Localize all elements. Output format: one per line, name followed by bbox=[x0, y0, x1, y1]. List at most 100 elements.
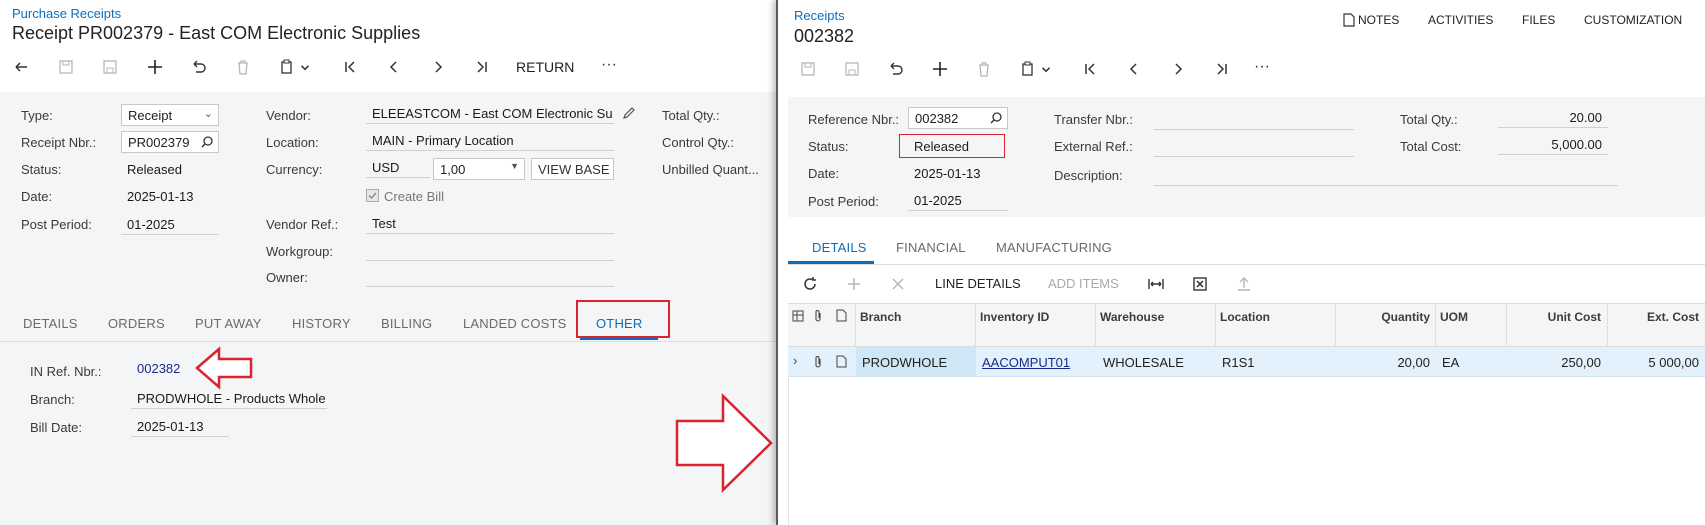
add-icon[interactable] bbox=[928, 57, 952, 81]
receipt-nbr-input[interactable]: PR002379 bbox=[121, 131, 219, 153]
in-ref-link[interactable]: 002382 bbox=[137, 361, 180, 376]
workgroup-label: Workgroup: bbox=[266, 244, 333, 259]
total-cost-label: Total Cost: bbox=[1400, 139, 1462, 154]
back-icon[interactable] bbox=[10, 55, 34, 79]
first-record-icon[interactable] bbox=[1078, 57, 1102, 81]
files-link[interactable]: FILES bbox=[1522, 13, 1555, 27]
delete-row-icon[interactable] bbox=[886, 272, 910, 296]
tab-manufacturing[interactable]: MANUFACTURING bbox=[996, 240, 1112, 255]
upload-icon[interactable] bbox=[1232, 272, 1256, 296]
add-items-button[interactable]: ADD ITEMS bbox=[1048, 276, 1119, 291]
delete-icon[interactable] bbox=[231, 55, 255, 79]
column-uom[interactable]: UOM bbox=[1440, 310, 1468, 324]
post-period-input[interactable]: 01-2025 bbox=[121, 215, 219, 235]
vendor-ref-input[interactable]: Test bbox=[366, 214, 614, 234]
grid-body bbox=[788, 378, 1705, 525]
previous-record-icon[interactable] bbox=[382, 55, 406, 79]
first-record-icon[interactable] bbox=[338, 55, 362, 79]
post-period-input[interactable]: 01-2025 bbox=[908, 191, 1008, 211]
notes-icon[interactable] bbox=[1343, 13, 1355, 30]
save-close-icon[interactable] bbox=[54, 55, 78, 79]
chevron-right-icon[interactable]: › bbox=[793, 353, 797, 368]
branch-input[interactable]: PRODWHOLE - Products Whole bbox=[131, 389, 327, 409]
cell-ext-cost[interactable]: 5 000,00 bbox=[1607, 355, 1699, 370]
status-label: Status: bbox=[808, 139, 849, 154]
export-excel-icon[interactable] bbox=[1188, 272, 1212, 296]
tab-landed-costs[interactable]: LANDED COSTS bbox=[463, 316, 567, 331]
location-input[interactable]: MAIN - Primary Location bbox=[366, 131, 614, 151]
external-ref-input[interactable] bbox=[1154, 135, 1354, 157]
ref-nbr-label: Reference Nbr.: bbox=[808, 112, 900, 127]
save-icon[interactable] bbox=[98, 55, 122, 79]
search-icon[interactable] bbox=[989, 111, 1003, 128]
last-record-icon[interactable] bbox=[1210, 57, 1234, 81]
tab-put-away[interactable]: PUT AWAY bbox=[195, 316, 262, 331]
breadcrumb[interactable]: Purchase Receipts bbox=[12, 6, 121, 21]
save-icon[interactable] bbox=[840, 57, 864, 81]
next-record-icon[interactable] bbox=[1166, 57, 1190, 81]
save-close-icon[interactable] bbox=[796, 57, 820, 81]
edit-icon[interactable] bbox=[622, 106, 636, 123]
note-icon bbox=[836, 309, 847, 325]
tab-details[interactable]: DETAILS bbox=[812, 240, 867, 255]
column-quantity[interactable]: Quantity bbox=[1335, 310, 1430, 324]
cell-quantity[interactable]: 20,00 bbox=[1335, 355, 1430, 370]
type-select[interactable]: Receipt ⌄ bbox=[121, 104, 219, 126]
workgroup-input[interactable] bbox=[366, 241, 614, 261]
cell-branch[interactable]: PRODWHOLE bbox=[862, 355, 947, 370]
column-ext-cost[interactable]: Ext. Cost bbox=[1607, 310, 1699, 324]
attachment-icon[interactable] bbox=[813, 355, 823, 372]
next-record-icon[interactable] bbox=[426, 55, 450, 79]
vendor-input[interactable]: ELEEASTCOM - East COM Electronic Su bbox=[366, 104, 614, 124]
copy-paste-icon[interactable] bbox=[1016, 57, 1040, 81]
transfer-nbr-input[interactable] bbox=[1154, 108, 1354, 130]
tab-history[interactable]: HISTORY bbox=[292, 316, 351, 331]
cell-inventory-id[interactable]: AACOMPUT01 bbox=[982, 355, 1070, 370]
cell-location[interactable]: R1S1 bbox=[1222, 355, 1255, 370]
owner-input[interactable] bbox=[366, 267, 614, 287]
copy-paste-icon[interactable] bbox=[275, 55, 299, 79]
undo-icon[interactable] bbox=[187, 55, 211, 79]
activities-link[interactable]: ACTIVITIES bbox=[1428, 13, 1493, 27]
ref-nbr-input[interactable]: 002382 bbox=[908, 107, 1008, 129]
currency-input[interactable]: USD bbox=[366, 158, 430, 178]
create-bill-checkbox[interactable] bbox=[366, 189, 379, 202]
refresh-icon[interactable] bbox=[798, 272, 822, 296]
column-unit-cost[interactable]: Unit Cost bbox=[1506, 310, 1601, 324]
tab-details[interactable]: DETAILS bbox=[23, 316, 78, 331]
chevron-down-icon[interactable] bbox=[298, 55, 312, 79]
description-input[interactable] bbox=[1154, 164, 1618, 186]
previous-record-icon[interactable] bbox=[1122, 57, 1146, 81]
type-label: Type: bbox=[21, 108, 53, 123]
column-location[interactable]: Location bbox=[1220, 310, 1270, 324]
add-icon[interactable] bbox=[143, 55, 167, 79]
column-warehouse[interactable]: Warehouse bbox=[1100, 310, 1164, 324]
customization-link[interactable]: CUSTOMIZATION bbox=[1584, 13, 1682, 27]
column-branch[interactable]: Branch bbox=[860, 310, 901, 324]
last-record-icon[interactable] bbox=[470, 55, 494, 79]
chevron-down-icon[interactable] bbox=[1039, 57, 1053, 81]
column-inventory-id[interactable]: Inventory ID bbox=[980, 310, 1049, 324]
notes-link[interactable]: NOTES bbox=[1358, 13, 1399, 27]
add-row-icon[interactable] bbox=[842, 272, 866, 296]
cell-warehouse[interactable]: WHOLESALE bbox=[1103, 355, 1184, 370]
view-base-button[interactable]: VIEW BASE bbox=[531, 158, 614, 180]
delete-icon[interactable] bbox=[972, 57, 996, 81]
note-icon[interactable] bbox=[836, 355, 847, 371]
search-icon[interactable] bbox=[200, 135, 214, 152]
undo-icon[interactable] bbox=[884, 57, 908, 81]
more-icon[interactable]: ··· bbox=[1254, 58, 1270, 76]
rate-select[interactable]: 1,00 ▼ bbox=[433, 158, 525, 180]
cell-unit-cost[interactable]: 250,00 bbox=[1506, 355, 1601, 370]
more-icon[interactable]: ··· bbox=[601, 56, 617, 74]
tab-financial[interactable]: FINANCIAL bbox=[896, 240, 966, 255]
tab-orders[interactable]: ORDERS bbox=[108, 316, 165, 331]
cell-uom[interactable]: EA bbox=[1442, 355, 1459, 370]
bill-date-input[interactable]: 2025-01-13 bbox=[131, 417, 229, 437]
breadcrumb[interactable]: Receipts bbox=[794, 8, 845, 23]
tab-billing[interactable]: BILLING bbox=[381, 316, 432, 331]
fit-columns-icon[interactable] bbox=[1144, 272, 1168, 296]
return-button[interactable]: RETURN bbox=[516, 59, 574, 75]
line-details-button[interactable]: LINE DETAILS bbox=[935, 276, 1021, 291]
settings-icon[interactable] bbox=[792, 310, 804, 325]
